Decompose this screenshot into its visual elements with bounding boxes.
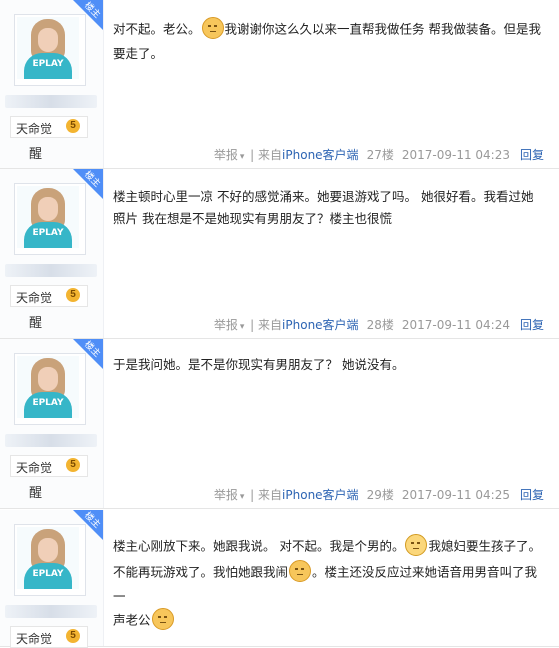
- blurred-username: [5, 434, 97, 447]
- bell-icon: [405, 534, 428, 556]
- awkward-face-icon: [289, 560, 312, 582]
- post-content: 楼主心刚放下来。她跟我说。 对不起。我是个男的。 我媳妇要生孩子了。 不能再玩游戏…: [113, 534, 543, 634]
- floor-number: 27楼: [366, 148, 394, 162]
- chevron-down-icon: ▾: [239, 492, 245, 502]
- reply-button[interactable]: 回复: [520, 148, 544, 162]
- user-rank-badge: 天命觉 5 醒: [10, 285, 88, 330]
- floor-number: 29楼: [366, 488, 394, 502]
- awkward-face-icon: [151, 608, 174, 630]
- avatar[interactable]: EPLAY: [14, 353, 86, 425]
- reply-button[interactable]: 回复: [520, 488, 544, 502]
- post-30: 楼主 EPLAY 天命觉 5 楼主心刚放下来。她跟我说。 对不起。我是个男的。我…: [0, 510, 559, 648]
- rank-name: 天命觉: [16, 461, 53, 475]
- rank-name: 天命觉: [16, 122, 53, 136]
- post-footer: 举报 ▾ | 来自iPhone客户端 28楼 2017-09-11 04:24 回复: [213, 318, 544, 332]
- level-badge: 5: [66, 288, 80, 302]
- post-footer: 举报 ▾ | 来自iPhone客户端 29楼 2017-09-11 04:25 回复: [213, 488, 544, 502]
- level-badge: 5: [66, 119, 80, 133]
- chevron-down-icon: ▾: [239, 322, 245, 332]
- rank-extra-text: 醒: [29, 315, 43, 330]
- post-28: 楼主 EPLAY 天命觉 5 醒 楼主顿时心里一凉 不好的感觉涌来。她要退游戏了…: [0, 169, 559, 339]
- client-link[interactable]: iPhone客户端: [282, 148, 359, 162]
- floor-number: 28楼: [366, 318, 394, 332]
- avatar[interactable]: EPLAY: [14, 524, 86, 596]
- report-link[interactable]: 举报: [214, 488, 238, 502]
- avatar-image: EPLAY: [17, 356, 79, 418]
- post-content: 楼主顿时心里一凉 不好的感觉涌来。她要退游戏了吗。 她很好看。我看过她照片 我在…: [113, 189, 534, 226]
- post-time: 2017-09-11 04:25: [401, 488, 510, 502]
- post-content: 于是我问她。是不是你现实有男朋友了？ 她说没有。: [113, 357, 405, 372]
- avatar[interactable]: EPLAY: [14, 14, 86, 86]
- report-link[interactable]: 举报: [214, 318, 238, 332]
- client-link[interactable]: iPhone客户端: [282, 488, 359, 502]
- report-link[interactable]: 举报: [214, 148, 238, 162]
- user-rank-badge: 天命觉 5 醒: [10, 116, 88, 161]
- avatar-image: EPLAY: [17, 527, 79, 589]
- rank-extra-text: 醒: [29, 485, 43, 500]
- post-content: 对不起。老公。 我谢谢你这么久以来一直帮我做任务 帮我做装备。但是我要走了。: [113, 17, 543, 65]
- avatar-image: EPLAY: [17, 186, 79, 248]
- client-link[interactable]: iPhone客户端: [282, 318, 359, 332]
- avatar[interactable]: EPLAY: [14, 183, 86, 255]
- rank-name: 天命觉: [16, 291, 53, 305]
- user-rank-badge: 天命觉 5 醒: [10, 455, 88, 500]
- rank-extra-text: 醒: [29, 146, 43, 161]
- blurred-username: [5, 605, 97, 618]
- level-badge: 5: [66, 629, 80, 643]
- rank-name: 天命觉: [16, 632, 53, 646]
- post-29: 楼主 EPLAY 天命觉 5 醒 于是我问她。是不是你现实有男朋友了？ 她说没有…: [0, 339, 559, 509]
- reply-button[interactable]: 回复: [520, 318, 544, 332]
- blurred-username: [5, 95, 97, 108]
- awkward-face-icon: [201, 17, 224, 39]
- blurred-username: [5, 264, 97, 277]
- post-time: 2017-09-11 04:23: [401, 148, 510, 162]
- avatar-image: EPLAY: [17, 17, 79, 79]
- chevron-down-icon: ▾: [239, 152, 245, 162]
- post-time: 2017-09-11 04:24: [401, 318, 510, 332]
- level-badge: 5: [66, 458, 80, 472]
- post-footer: 举报 ▾ | 来自iPhone客户端 27楼 2017-09-11 04:23 回复: [213, 148, 544, 162]
- post-27: 楼主 EPLAY 天命觉 5 醒 对不起。老公。 我谢谢你这么久以来一直帮我做任务…: [0, 0, 559, 169]
